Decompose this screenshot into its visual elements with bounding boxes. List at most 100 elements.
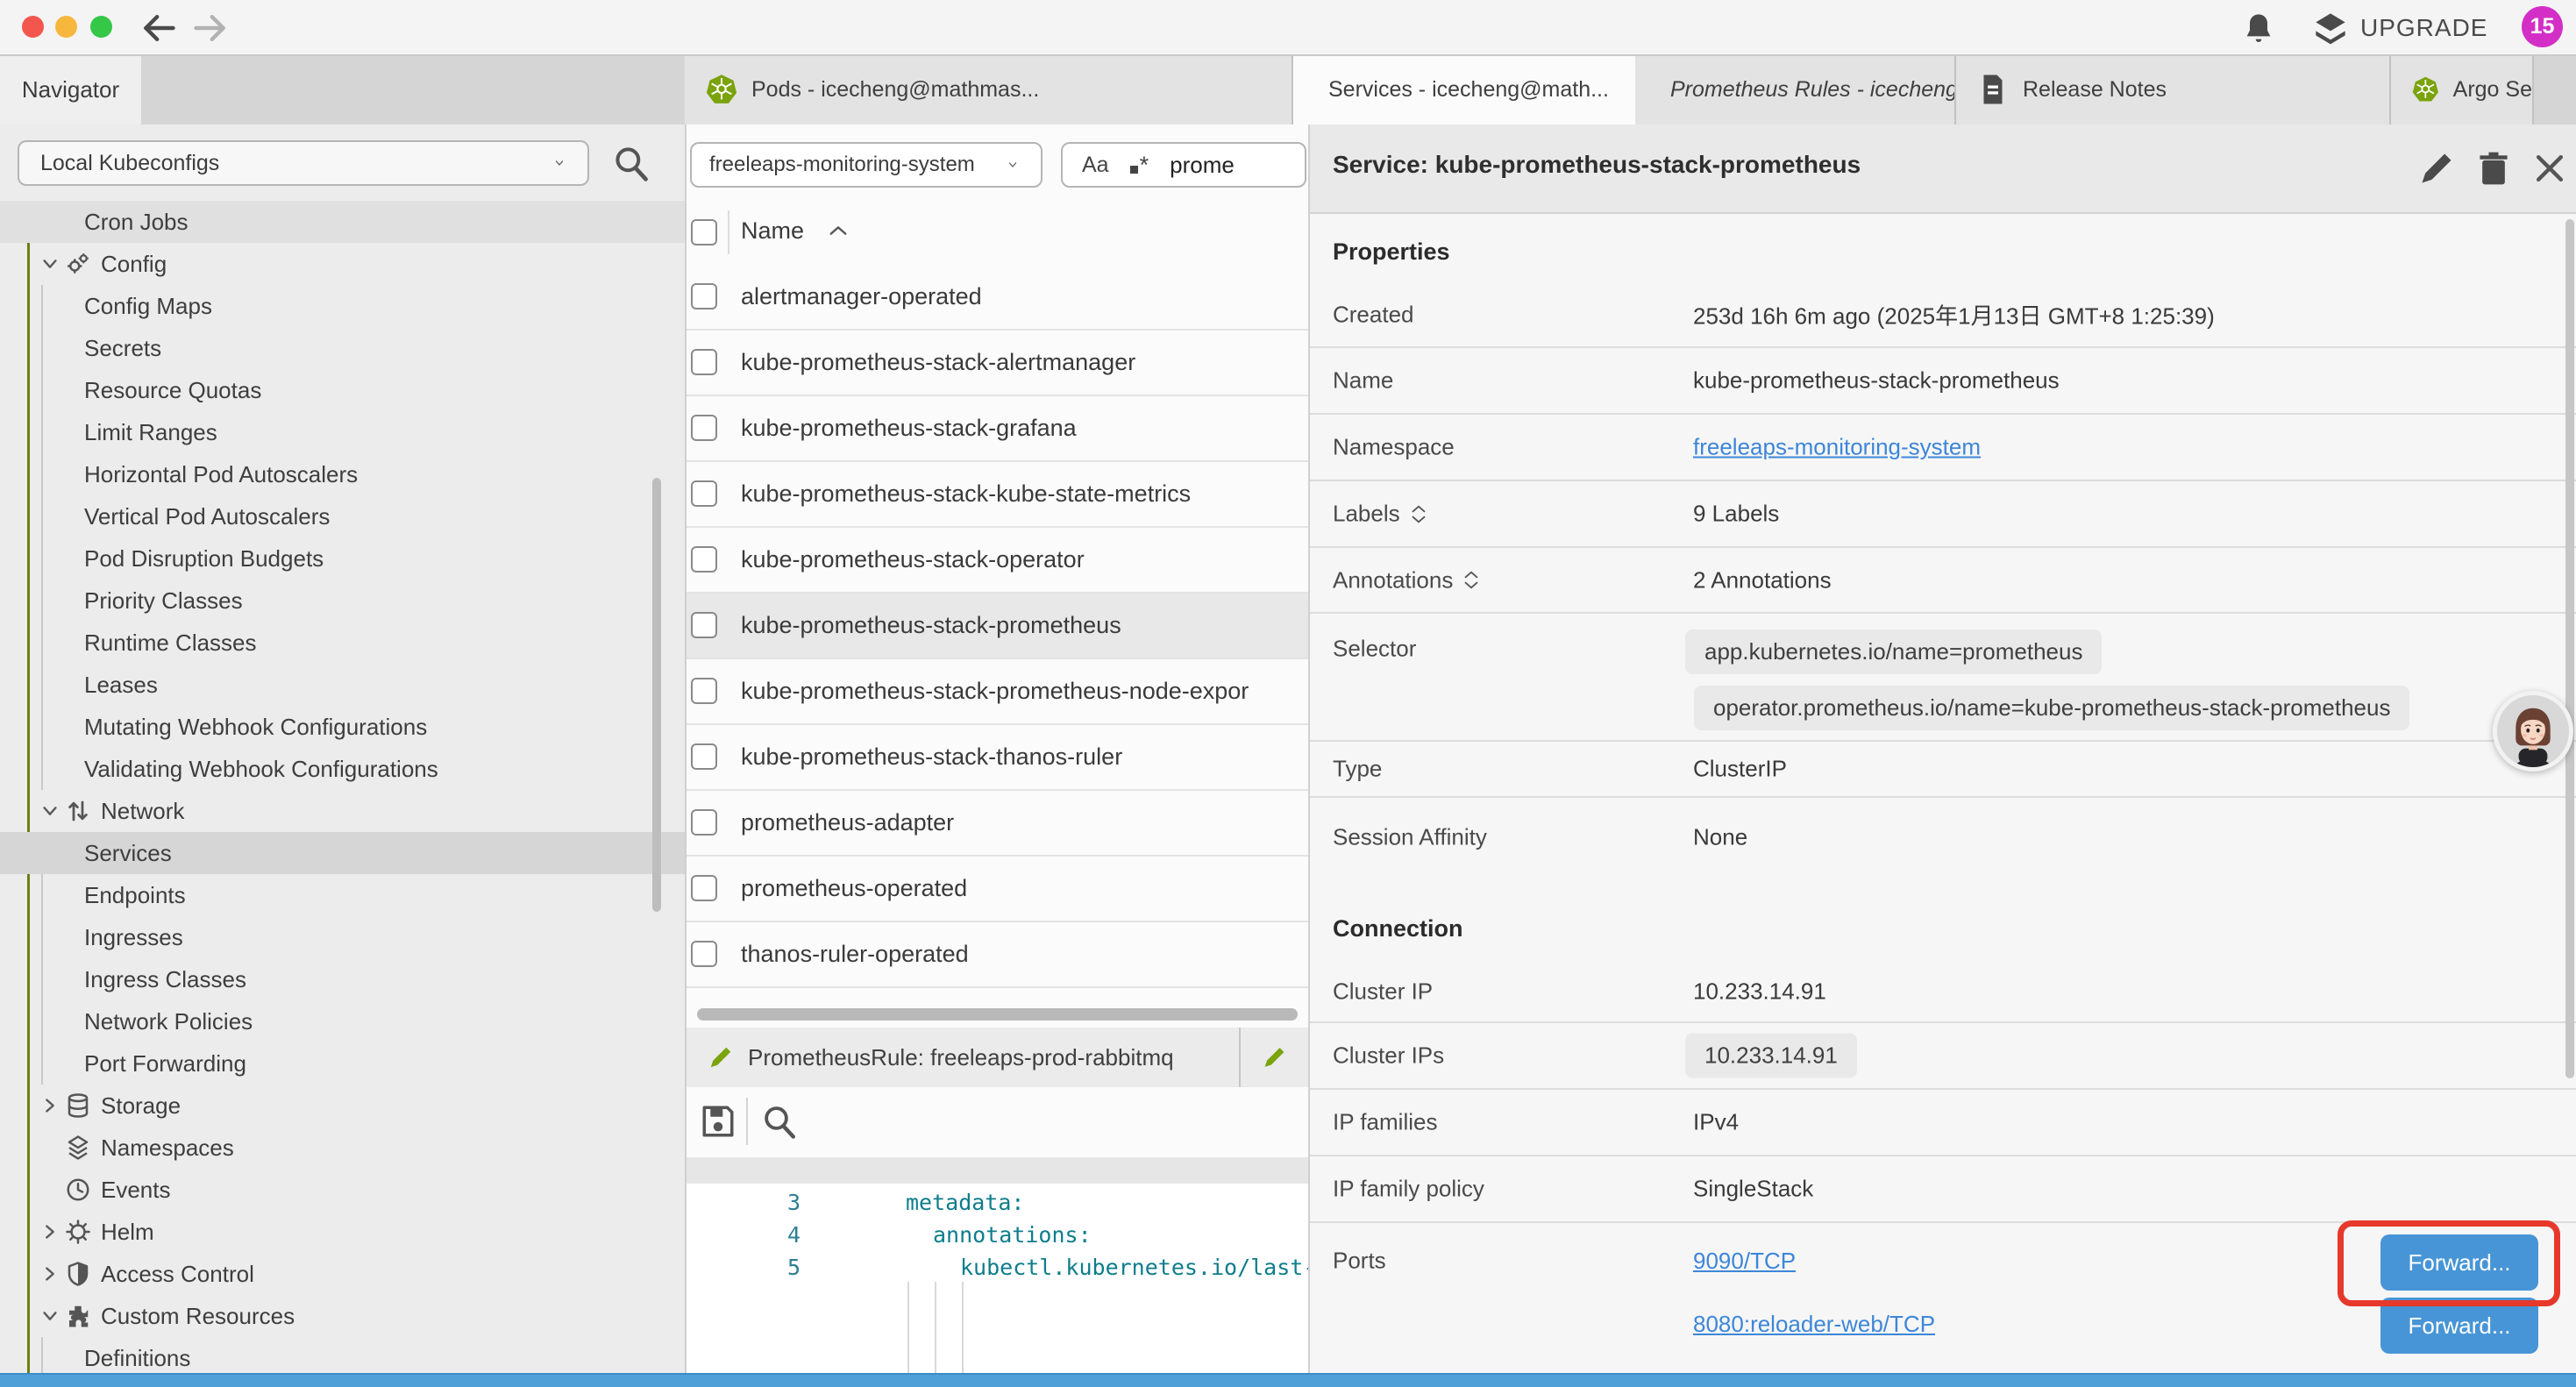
chevron-down-icon[interactable] [40, 254, 60, 274]
table-row-kube-prometheus-stack-prometheus-node-expor[interactable]: kube-prometheus-stack-prometheus-node-ex… [687, 659, 1308, 725]
tab-prometheus-rules-icecheng[interactable]: Prometheus Rules - icecheng... [1635, 54, 1956, 124]
table-row-kube-prometheus-stack-alertmanager[interactable]: kube-prometheus-stack-alertmanager [687, 331, 1308, 396]
tab-release-notes[interactable]: Release Notes [1956, 54, 2391, 124]
port-link-8080[interactable]: 8080:reloader-web/TCP [1693, 1311, 1935, 1338]
name-column-header[interactable]: Name [741, 217, 804, 245]
tab-services-icecheng-math[interactable]: Services - icecheng@math...✕ [1293, 54, 1635, 124]
sidebar-item-pod-disruption-budgets[interactable]: Pod Disruption Budgets [0, 537, 687, 580]
sidebar-item-limit-ranges[interactable]: Limit Ranges [0, 411, 687, 453]
forward-icon[interactable] [191, 9, 230, 47]
chevron-right-icon[interactable] [40, 1222, 60, 1241]
sidebar-item-port-forwarding[interactable]: Port Forwarding [0, 1042, 687, 1085]
chevron-down-icon[interactable] [40, 801, 60, 821]
regex-toggle[interactable]: * [1130, 152, 1149, 179]
list-horizontal-scrollbar-thumb[interactable] [697, 1008, 1298, 1021]
match-case-toggle[interactable]: Aa [1082, 153, 1109, 178]
cluster-ip-value: 10.233.14.91 [1693, 978, 1826, 1005]
table-row-prometheus-operated[interactable]: prometheus-operated [687, 857, 1308, 922]
close-icon[interactable] [2530, 149, 2569, 188]
sidebar-item-priority-classes[interactable]: Priority Classes [0, 580, 687, 622]
upgrade-button[interactable]: UPGRADE [2313, 9, 2487, 47]
sidebar-item-resource-quotas[interactable]: Resource Quotas [0, 369, 687, 411]
sidebar-item-network-policies[interactable]: Network Policies [0, 1000, 687, 1042]
sidebar-item-ingresses[interactable]: Ingresses [0, 916, 687, 958]
minimize-window-button[interactable] [55, 16, 77, 38]
sidebar-item-ingress-classes[interactable]: Ingress Classes [0, 958, 687, 1000]
edit-pencil-icon[interactable] [2417, 149, 2456, 188]
editor-header-strip [687, 1157, 1308, 1184]
sidebar-item-config[interactable]: Config [0, 243, 687, 285]
tab-pods-icecheng-mathmas[interactable]: Pods - icecheng@mathmas... [685, 54, 1293, 124]
port-link-9090[interactable]: 9090/TCP [1693, 1248, 1796, 1275]
sidebar-scrollbar-thumb[interactable] [652, 478, 661, 912]
save-icon[interactable] [700, 1103, 737, 1140]
editor-tab-next[interactable] [1241, 1028, 1308, 1087]
labels-expander[interactable] [1411, 504, 1427, 523]
sidebar-item-events[interactable]: Events [0, 1169, 687, 1211]
sidebar-item-custom-resources[interactable]: Custom Resources [0, 1295, 687, 1337]
table-row-kube-prometheus-stack-operator[interactable]: kube-prometheus-stack-operator [687, 528, 1308, 594]
row-checkbox[interactable] [691, 875, 717, 901]
chevron-right-icon[interactable] [40, 1264, 60, 1284]
select-all-checkbox[interactable] [691, 219, 717, 245]
annotations-expander[interactable] [1463, 571, 1479, 590]
sidebar-item-validating-webhook-configurations[interactable]: Validating Webhook Configurations [0, 748, 687, 790]
row-checkbox[interactable] [691, 809, 717, 836]
row-checkbox[interactable] [691, 678, 717, 704]
notifications-bell-icon[interactable] [2241, 10, 2276, 48]
namespace-selector[interactable]: freeleaps-monitoring-system [690, 142, 1042, 188]
row-checkbox[interactable] [691, 743, 717, 770]
row-checkbox[interactable] [691, 480, 717, 507]
table-row-kube-prometheus-stack-grafana[interactable]: kube-prometheus-stack-grafana [687, 396, 1308, 462]
row-checkbox[interactable] [691, 349, 717, 375]
chevron-right-icon[interactable] [40, 1096, 60, 1115]
sidebar-item-endpoints[interactable]: Endpoints [0, 874, 687, 916]
sort-ascending-icon[interactable] [829, 224, 848, 237]
assistant-avatar[interactable] [2493, 691, 2573, 772]
details-scrollbar-thumb[interactable] [2565, 219, 2574, 1078]
editor-tab-prometheusrule[interactable]: PrometheusRule: freeleaps-prod-rabbitmq [687, 1028, 1241, 1087]
row-checkbox[interactable] [691, 415, 717, 441]
table-row-kube-prometheus-stack-prometheus[interactable]: kube-prometheus-stack-prometheus [687, 594, 1308, 659]
kubeconfig-selector[interactable]: Local Kubeconfigs [18, 140, 589, 186]
sidebar-item-secrets[interactable]: Secrets [0, 327, 687, 369]
sidebar-item-runtime-classes[interactable]: Runtime Classes [0, 622, 687, 664]
table-row-kube-prometheus-stack-kube-state-metrics[interactable]: kube-prometheus-stack-kube-state-metrics [687, 462, 1308, 528]
sidebar-item-helm[interactable]: Helm [0, 1211, 687, 1253]
sidebar-item-storage[interactable]: Storage [0, 1085, 687, 1127]
sidebar-item-label: Ingresses [84, 924, 183, 951]
sidebar-item-network[interactable]: Network [0, 790, 687, 832]
close-window-button[interactable] [22, 16, 44, 38]
sidebar-item-leases[interactable]: Leases [0, 664, 687, 706]
filter-input[interactable]: Aa * prome [1061, 142, 1306, 188]
back-icon[interactable] [139, 9, 178, 47]
sidebar-search-icon[interactable] [612, 144, 651, 182]
row-checkbox[interactable] [691, 941, 717, 967]
namespace-link[interactable]: freeleaps-monitoring-system [1693, 434, 1981, 461]
table-row-prometheus-adapter[interactable]: prometheus-adapter [687, 791, 1308, 857]
row-checkbox[interactable] [691, 612, 717, 638]
sidebar-item-horizontal-pod-autoscalers[interactable]: Horizontal Pod Autoscalers [0, 453, 687, 495]
sidebar-item-cron-jobs[interactable]: Cron Jobs [0, 201, 687, 243]
notification-count-badge[interactable]: 15 [2522, 6, 2563, 47]
sidebar-item-access-control[interactable]: Access Control [0, 1253, 687, 1295]
table-row-alertmanager-operated[interactable]: alertmanager-operated [687, 265, 1308, 331]
editor-search-icon[interactable] [761, 1103, 798, 1140]
sidebar-item-namespaces[interactable]: Namespaces [0, 1127, 687, 1169]
sidebar-item-vertical-pod-autoscalers[interactable]: Vertical Pod Autoscalers [0, 495, 687, 537]
yaml-code-area[interactable]: 3metadata:4annotations:5kubectl.kubernet… [687, 1184, 1308, 1385]
ip-families-label: IP families [1333, 1109, 1437, 1136]
sidebar-item-config-maps[interactable]: Config Maps [0, 285, 687, 327]
sidebar-item-mutating-webhook-configurations[interactable]: Mutating Webhook Configurations [0, 706, 687, 748]
zoom-window-button[interactable] [90, 16, 112, 38]
table-row-kube-prometheus-stack-thanos-ruler[interactable]: kube-prometheus-stack-thanos-ruler [687, 725, 1308, 791]
chevron-down-icon[interactable] [40, 1306, 60, 1326]
row-checkbox[interactable] [691, 546, 717, 573]
navigator-panel-tab[interactable]: Navigator [0, 54, 141, 124]
service-name: alertmanager-operated [741, 283, 982, 310]
row-checkbox[interactable] [691, 283, 717, 309]
delete-trash-icon[interactable] [2474, 149, 2513, 188]
tab-argo-se[interactable]: Argo Se [2391, 54, 2534, 124]
sidebar-item-services[interactable]: Services [0, 832, 687, 874]
table-row-thanos-ruler-operated[interactable]: thanos-ruler-operated [687, 922, 1308, 988]
